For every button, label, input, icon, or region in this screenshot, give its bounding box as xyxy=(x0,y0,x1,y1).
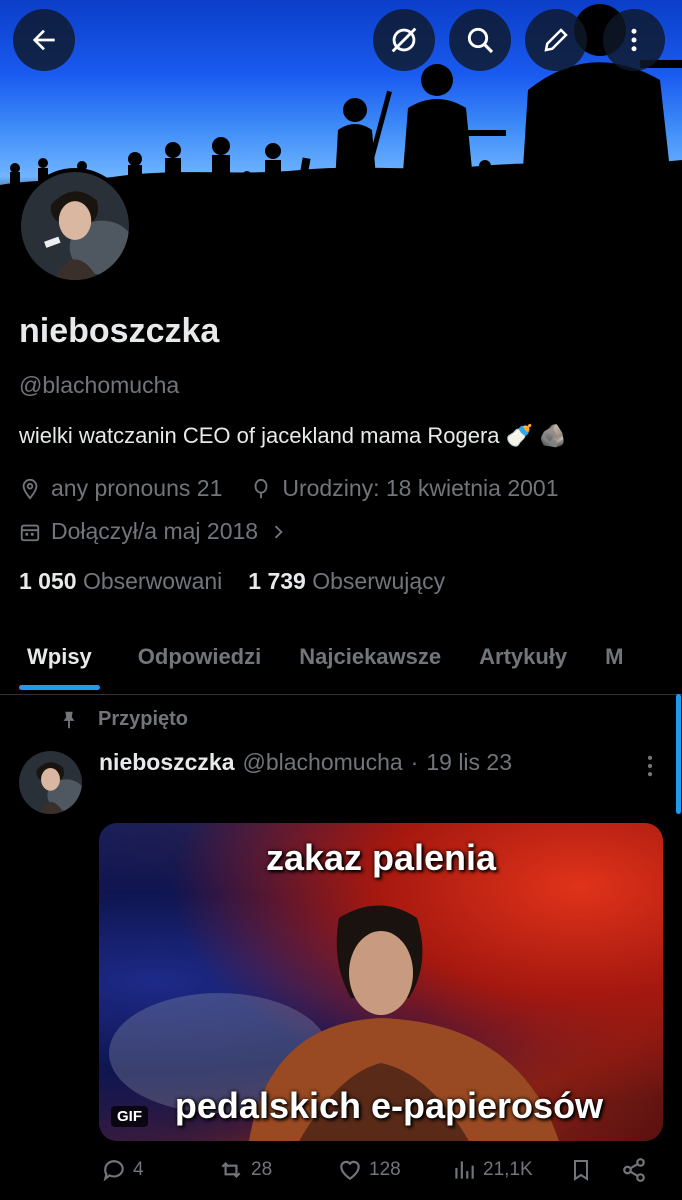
tab-highlights[interactable]: Najciekawsze xyxy=(280,636,460,694)
post-header: nieboszczka @blachomucha · 19 lis 23 xyxy=(99,749,512,776)
following-link[interactable]: 1 050 Obserwowani xyxy=(19,568,222,595)
repost-button[interactable]: 28 xyxy=(217,1157,272,1183)
profile-avatar[interactable] xyxy=(17,168,133,284)
repost-icon xyxy=(221,1161,241,1179)
like-button[interactable]: 128 xyxy=(337,1157,401,1183)
chevron-right-icon xyxy=(274,525,283,538)
profile-display-name: nieboszczka xyxy=(19,312,220,350)
spaces-off-button[interactable] xyxy=(373,9,435,71)
search-icon xyxy=(467,27,494,54)
tab-replies[interactable]: Odpowiedzi xyxy=(119,636,280,694)
post-date[interactable]: 19 lis 23 xyxy=(426,749,512,776)
balloon-icon xyxy=(254,478,268,498)
followers-link[interactable]: 1 739 Obserwujący xyxy=(248,568,445,595)
repost-count: 28 xyxy=(251,1159,273,1180)
following-label: Obserwowani xyxy=(82,568,223,594)
post-author-avatar[interactable] xyxy=(19,751,82,814)
views-chart-icon xyxy=(455,1161,474,1179)
like-count: 128 xyxy=(369,1159,401,1180)
scrollbar[interactable] xyxy=(676,694,681,814)
post-author-name[interactable]: nieboszczka xyxy=(99,749,235,776)
followers-label: Obserwujący xyxy=(312,568,446,594)
pronouns-text: any pronouns 21 xyxy=(51,475,223,501)
avatar-image xyxy=(21,172,129,280)
edit-profile-button[interactable] xyxy=(525,9,587,71)
location-pin-icon xyxy=(22,478,38,500)
joined-row[interactable]: Dołączył/a maj 2018 xyxy=(19,518,288,545)
more-options-button[interactable] xyxy=(603,9,665,71)
birthday-text: Urodziny: 18 kwietnia 2001 xyxy=(282,475,559,501)
gif-badge: GIF xyxy=(111,1106,148,1127)
bookmark-button[interactable] xyxy=(569,1157,593,1183)
views-count: 21,1K xyxy=(483,1159,533,1180)
more-vertical-icon xyxy=(631,28,637,52)
following-count: 1 050 xyxy=(19,568,77,594)
profile-bio: wielki watczanin CEO of jacekland mama R… xyxy=(19,423,566,449)
spaces-off-icon xyxy=(391,27,417,53)
baby-bottle-emoji: 🍼 xyxy=(505,423,533,448)
reply-count: 4 xyxy=(133,1159,144,1180)
rock-emoji: 🪨 xyxy=(538,423,567,448)
bookmark-icon xyxy=(574,1160,588,1181)
share-icon xyxy=(623,1158,645,1182)
tab-media[interactable]: M xyxy=(586,636,642,694)
more-vertical-icon xyxy=(647,755,653,777)
profile-meta-row: any pronouns 21 Urodziny: 18 kwietnia 20… xyxy=(19,475,559,502)
post-more-button[interactable] xyxy=(636,752,664,785)
profile-tabs: Wpisy Odpowiedzi Najciekawsze Artykuły M xyxy=(0,636,682,695)
follow-stats: 1 050 Obserwowani 1 739 Obserwujący xyxy=(19,568,445,595)
share-button[interactable] xyxy=(621,1157,647,1183)
reply-button[interactable]: 4 xyxy=(101,1157,144,1183)
post-author-handle[interactable]: @blachomucha xyxy=(243,749,403,776)
avatar-image xyxy=(19,751,82,814)
tab-posts[interactable]: Wpisy xyxy=(0,636,119,694)
bio-text: wielki watczanin CEO of jacekland mama R… xyxy=(19,423,500,448)
views-button[interactable]: 21,1K xyxy=(451,1157,533,1183)
reply-icon xyxy=(103,1160,124,1182)
search-button[interactable] xyxy=(449,9,511,71)
media-caption-bottom: pedalskich e-papierosów xyxy=(174,1085,604,1126)
followers-count: 1 739 xyxy=(248,568,306,594)
pin-icon xyxy=(63,711,75,728)
pinned-indicator: Przypięto xyxy=(58,708,188,731)
media-caption-top: zakaz palenia xyxy=(265,837,497,878)
calendar-icon xyxy=(20,524,40,541)
back-button[interactable] xyxy=(13,9,75,71)
arrow-left-icon xyxy=(32,29,55,51)
heart-icon xyxy=(340,1160,360,1180)
post-separator: · xyxy=(410,749,419,775)
edit-icon xyxy=(544,28,568,52)
pinned-label: Przypięto xyxy=(98,708,189,730)
profile-handle: @blachomucha xyxy=(19,372,180,398)
post-media-gif[interactable]: zakaz palenia pedalskich e-papierosów GI… xyxy=(99,823,663,1141)
post-actions: 4 28 128 21,1K xyxy=(99,1153,663,1187)
joined-text: Dołączył/a maj 2018 xyxy=(51,518,259,544)
tab-articles[interactable]: Artykuły xyxy=(460,636,586,694)
